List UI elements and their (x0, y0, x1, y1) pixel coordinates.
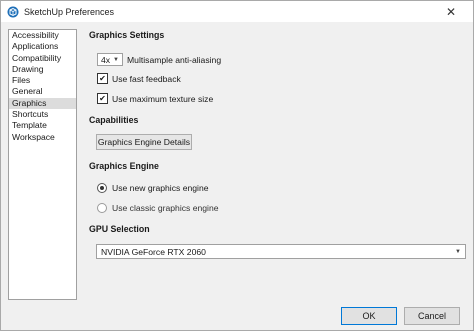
max-texture-row: ✔ Use maximum texture size (89, 93, 213, 104)
new-engine-row: Use new graphics engine (89, 183, 209, 193)
checkmark-icon: ✔ (99, 93, 106, 103)
gpu-selection-header: GPU Selection (89, 224, 150, 234)
chevron-down-icon: ▼ (455, 248, 461, 255)
graphics-engine-details-button[interactable]: Graphics Engine Details (96, 134, 192, 150)
sketchup-logo-icon (7, 6, 19, 18)
max-texture-label: Use maximum texture size (112, 93, 214, 104)
sidebar-item-accessibility[interactable]: Accessibility (9, 30, 76, 41)
graphics-settings-header: Graphics Settings (89, 30, 165, 40)
capabilities-header: Capabilities (89, 115, 139, 125)
gpu-selected-value: NVIDIA GeForce RTX 2060 (101, 246, 206, 257)
classic-engine-label: Use classic graphics engine (112, 203, 219, 213)
title-bar: SketchUp Preferences ✕ (1, 1, 473, 22)
multisample-label: Multisample anti-aliasing (127, 54, 222, 65)
sidebar-item-drawing[interactable]: Drawing (9, 64, 76, 75)
sidebar-item-graphics[interactable]: Graphics (9, 97, 76, 110)
sidebar-item-files[interactable]: Files (9, 75, 76, 86)
sidebar-item-compatibility[interactable]: Compatibility (9, 53, 76, 64)
new-engine-label: Use new graphics engine (112, 183, 209, 193)
gpu-dropdown[interactable]: NVIDIA GeForce RTX 2060 ▼ (96, 244, 466, 259)
sidebar-item-applications[interactable]: Applications (9, 41, 76, 52)
sidebar-item-template[interactable]: Template (9, 120, 76, 131)
new-engine-radio[interactable] (97, 183, 107, 193)
fast-feedback-label: Use fast feedback (112, 73, 181, 84)
fast-feedback-checkbox[interactable]: ✔ (97, 73, 108, 84)
multisample-value: 4x (101, 54, 111, 65)
preferences-category-list[interactable]: Accessibility Applications Compatibility… (8, 29, 77, 300)
classic-engine-radio[interactable] (97, 203, 107, 213)
fast-feedback-row: ✔ Use fast feedback (89, 73, 181, 84)
sidebar-item-shortcuts[interactable]: Shortcuts (9, 109, 76, 120)
graphics-engine-header: Graphics Engine (89, 161, 159, 171)
sidebar-item-workspace[interactable]: Workspace (9, 132, 76, 143)
cancel-button[interactable]: Cancel (404, 307, 460, 325)
preferences-window: SketchUp Preferences ✕ Accessibility App… (0, 0, 474, 331)
max-texture-checkbox[interactable]: ✔ (97, 93, 108, 104)
multisample-row: 4x ▼ Multisample anti-aliasing (89, 53, 221, 66)
ok-button[interactable]: OK (341, 307, 397, 325)
checkmark-icon: ✔ (99, 73, 106, 83)
sidebar-item-general[interactable]: General (9, 86, 76, 97)
chevron-down-icon: ▼ (113, 56, 119, 63)
classic-engine-row: Use classic graphics engine (89, 203, 219, 213)
multisample-dropdown[interactable]: 4x ▼ (97, 53, 123, 66)
window-title: SketchUp Preferences (24, 6, 115, 17)
close-icon: ✕ (445, 4, 457, 19)
graphics-panel: Graphics Settings 4x ▼ Multisample anti-… (89, 26, 473, 306)
close-button[interactable]: ✕ (429, 1, 473, 22)
